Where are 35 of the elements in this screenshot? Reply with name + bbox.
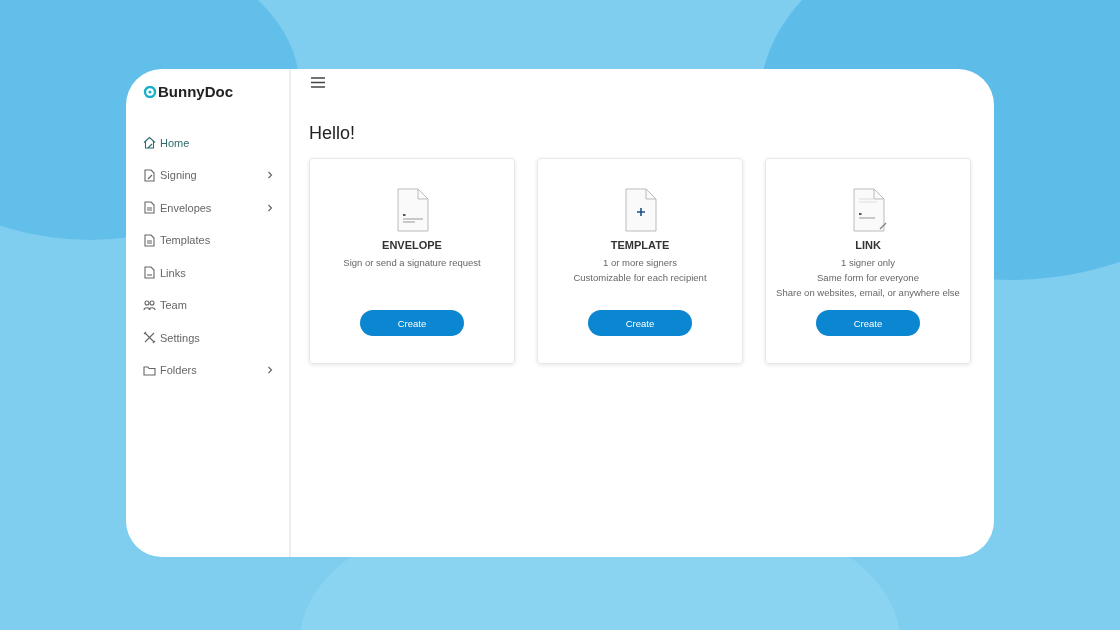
document-icon [143,266,156,279]
card-description: Share on websites, email, or anywhere else [776,286,960,300]
card-description: Same form for everyone [817,271,919,285]
chevron-right-icon [267,366,273,374]
create-button[interactable]: Create [588,310,692,336]
create-button[interactable]: Create [360,310,464,336]
logo-icon [143,85,157,98]
nav-item[interactable]: Signing [143,165,273,185]
chevron-right-icon [267,171,273,179]
menu-button[interactable] [309,75,327,90]
nav-item[interactable]: Templates [143,230,273,250]
nav-item[interactable]: Envelopes [143,198,273,217]
document-icon [143,201,156,214]
card-description: Sign or send a signature request [343,256,481,270]
card-description: 1 signer only [841,256,895,270]
chevron-right-icon [267,203,273,212]
card-description: 1 or more signers [603,256,677,270]
folder-icon [143,363,156,377]
greeting-heading: Hello! [309,123,357,144]
nav-item[interactable]: Links [143,263,273,282]
brand-name: BunnyDoc [158,83,233,100]
document-pen-icon [143,168,156,182]
nav-item[interactable]: Settings [143,328,273,347]
card-title: TEMPLATE [610,239,670,251]
card-description: Customizable for each recipient [573,271,707,285]
card-title: ENVELOPE [382,239,442,251]
document-icon [143,233,156,247]
nav-item[interactable]: Folders [143,360,273,380]
nav-item[interactable]: Home [143,133,273,152]
card-title: LINK [855,239,881,251]
tools-icon [143,331,156,344]
people-icon [143,298,156,312]
home-icon [143,136,156,149]
create-button[interactable]: Create [816,310,920,336]
nav-item[interactable]: Team [143,295,273,315]
